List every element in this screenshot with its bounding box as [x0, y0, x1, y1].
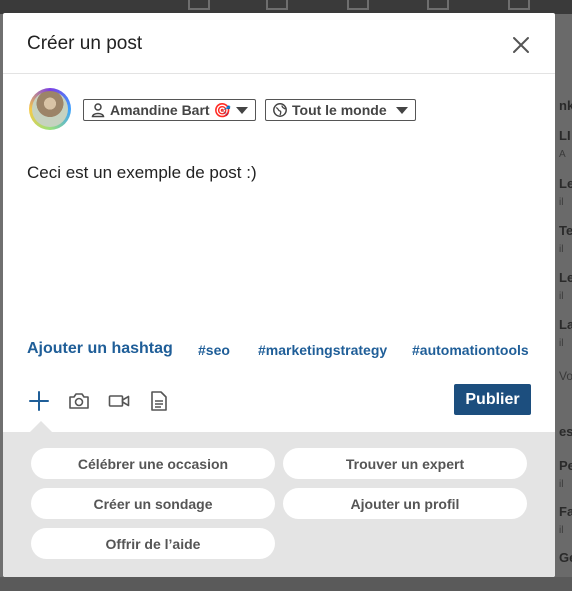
dialog-header: Créer un post: [3, 13, 555, 74]
bg-text: il: [559, 197, 564, 208]
messaging-icon: [427, 0, 449, 10]
bg-text: Fa: [559, 504, 572, 519]
close-button[interactable]: [508, 32, 534, 58]
bg-text: il: [559, 291, 564, 302]
background-nav-bar: [0, 0, 572, 14]
background-right-column: nk LI A Le il Te il Le il La il Vo es Pe…: [555, 14, 572, 591]
bg-text: A: [559, 149, 566, 160]
hashtag-marketingstrategy[interactable]: #marketingstrategy: [258, 342, 387, 358]
celebrate-occasion-button[interactable]: Célébrer une occasion: [31, 448, 275, 479]
document-icon: [151, 391, 167, 411]
suggestions-panel: Célébrer une occasion Trouver un expert …: [3, 432, 555, 577]
bg-text: il: [559, 479, 564, 490]
close-icon: [513, 37, 529, 53]
camera-icon: [69, 393, 89, 409]
author-name: Amandine Bart 🎯: [110, 101, 231, 118]
bg-text: Vo: [559, 369, 572, 383]
hashtag-seo[interactable]: #seo: [198, 342, 230, 358]
hashtag-bar: Ajouter un hashtag #seo #marketingstrate…: [3, 340, 555, 362]
bg-text: il: [559, 525, 564, 536]
home-icon: [188, 0, 210, 10]
audience-label: Tout le monde: [292, 102, 387, 118]
find-expert-button[interactable]: Trouver un expert: [283, 448, 527, 479]
offer-help-button[interactable]: Offrir de l’aide: [31, 528, 275, 559]
caret-down-icon: [236, 106, 248, 114]
hashtag-automationtools[interactable]: #automationtools: [412, 342, 529, 358]
create-poll-button[interactable]: Créer un sondage: [31, 488, 275, 519]
bg-text: il: [559, 244, 564, 255]
bg-text: Ge: [559, 550, 572, 565]
caret-down-icon: [396, 106, 408, 114]
background-feed-bottom: [0, 577, 572, 591]
bg-text: es: [559, 424, 572, 439]
audience-selector[interactable]: Tout le monde: [265, 99, 416, 121]
bg-text: il: [559, 338, 564, 349]
post-text-editor[interactable]: Ceci est un exemple de post :): [27, 163, 257, 183]
create-post-dialog: Créer un post Amandine Bart 🎯 Tout le mo…: [3, 13, 555, 577]
add-button[interactable]: [27, 389, 51, 413]
plus-icon: [29, 391, 49, 411]
video-icon: [108, 395, 130, 407]
globe-icon: [273, 103, 287, 117]
suggestions-pointer: [30, 421, 52, 432]
bg-text: Le: [559, 270, 572, 285]
author-selector[interactable]: Amandine Bart 🎯: [83, 99, 256, 121]
bg-text: LI: [559, 128, 571, 143]
jobs-icon: [347, 0, 369, 10]
add-video-button[interactable]: [107, 389, 131, 413]
bg-text: Le: [559, 176, 572, 191]
notifications-icon: [508, 0, 530, 10]
avatar: [29, 88, 71, 130]
person-icon: [91, 103, 105, 118]
add-photo-button[interactable]: [67, 389, 91, 413]
dialog-title: Créer un post: [27, 33, 143, 54]
bg-text: Te: [559, 223, 572, 238]
add-hashtag-button[interactable]: Ajouter un hashtag: [27, 340, 173, 358]
add-document-button[interactable]: [147, 389, 171, 413]
bg-text: nk: [559, 98, 572, 113]
bg-text: Pe: [559, 458, 572, 473]
add-profile-button[interactable]: Ajouter un profil: [283, 488, 527, 519]
network-icon: [266, 0, 288, 10]
bg-text: La: [559, 317, 572, 332]
publish-button[interactable]: Publier: [454, 384, 531, 415]
